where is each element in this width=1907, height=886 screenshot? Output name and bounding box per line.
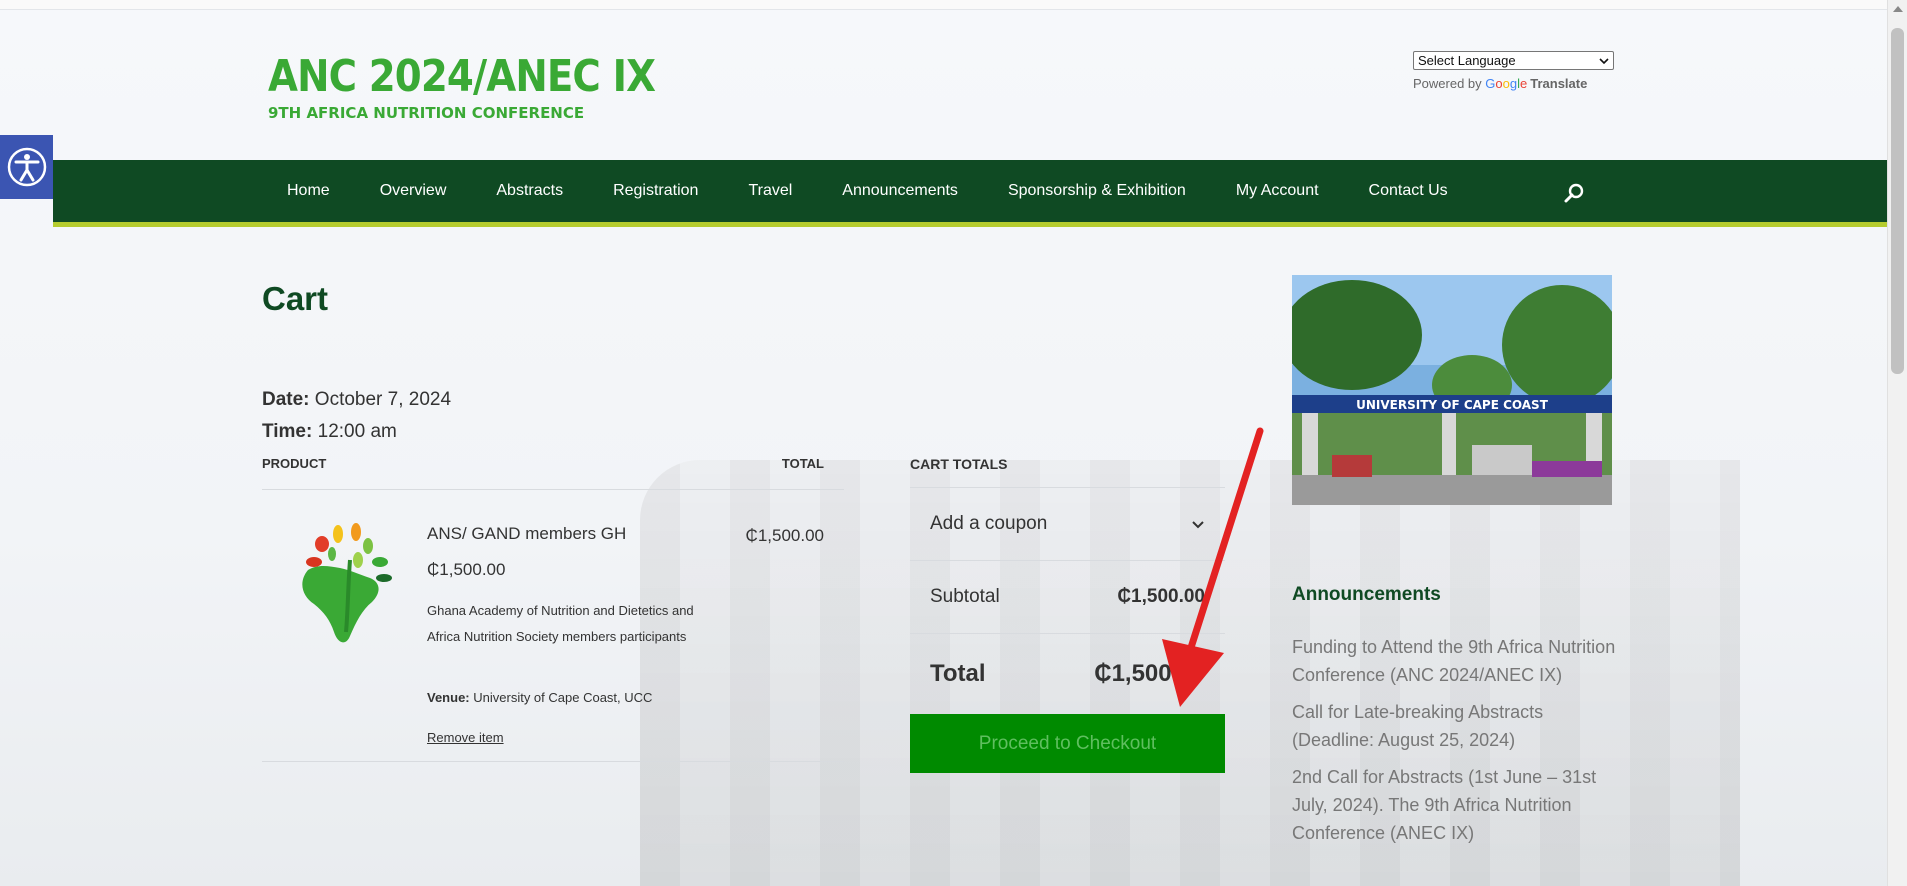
product-total: ₵1,500.00 — [745, 526, 824, 545]
nav-items: Home Overview Abstracts Registration Tra… — [287, 160, 1498, 222]
accessibility-button[interactable] — [0, 135, 53, 199]
coupon-label: Add a coupon — [930, 513, 1048, 534]
product-logo-icon[interactable] — [290, 520, 402, 648]
nav-item-home[interactable]: Home — [287, 182, 330, 200]
main-nav: Home Overview Abstracts Registration Tra… — [53, 160, 1887, 227]
google-letter: o — [1502, 76, 1510, 91]
date-label: Date: — [262, 389, 310, 410]
time-value: 12:00 am — [317, 421, 397, 442]
subtotal-label: Subtotal — [930, 586, 1000, 607]
product-venue: Venue: University of Cape Coast, UCC — [427, 690, 652, 705]
google-logo[interactable]: Google — [1485, 76, 1527, 91]
nav-item-announcements[interactable]: Announcements — [842, 182, 958, 200]
google-letter: o — [1495, 76, 1503, 91]
nav-item-sponsorship[interactable]: Sponsorship & Exhibition — [1008, 182, 1186, 200]
scroll-up-icon[interactable] — [1893, 6, 1903, 12]
total-label: Total — [930, 660, 986, 687]
logo-text: ANC 2024/ANEC IX 9TH AFRICA NUTRITION CO… — [268, 51, 708, 122]
search-icon[interactable] — [1563, 182, 1585, 204]
venue-label: Venue: — [427, 690, 470, 705]
announcements-list: Funding to Attend the 9th Africa Nutriti… — [1292, 633, 1622, 856]
table-row: ANS/ GAND members GH ₵1,500.00 Ghana Aca… — [262, 490, 844, 762]
google-letter: G — [1485, 76, 1496, 91]
time-label: Time: — [262, 421, 313, 442]
venue-value: University of Cape Coast, UCC — [473, 690, 653, 705]
cart-table-header: PRODUCT TOTAL — [262, 456, 844, 490]
announcements-title: Announcements — [1292, 584, 1441, 605]
product-name[interactable]: ANS/ GAND members GH — [427, 524, 626, 544]
nav-item-overview[interactable]: Overview — [380, 182, 447, 200]
translate-link[interactable]: Translate — [1530, 76, 1587, 91]
remove-item-link[interactable]: Remove item — [427, 730, 504, 745]
scroll-thumb[interactable] — [1891, 28, 1904, 374]
language-select-label: Select Language — [1418, 53, 1516, 68]
nav-item-my-account[interactable]: My Account — [1236, 182, 1319, 200]
event-meta: Date: October 7, 2024 Time: 12:00 am — [262, 384, 451, 448]
red-arrow-annotation-icon — [1162, 427, 1264, 707]
event-time: Time: 12:00 am — [262, 416, 451, 448]
chevron-down-icon — [1599, 57, 1609, 64]
site-logo[interactable]: ANC 2024/ANEC IX 9TH AFRICA NUTRITION CO… — [262, 28, 692, 144]
list-item[interactable]: Funding to Attend the 9th Africa Nutriti… — [1292, 633, 1622, 689]
page-title: Cart — [262, 280, 329, 317]
page: ANC 2024/ANEC IX 9TH AFRICA NUTRITION CO… — [0, 0, 1887, 886]
powered-by-label: Powered by — [1413, 76, 1482, 91]
university-gate-image[interactable]: UNIVERSITY OF CAPE COAST — [1292, 275, 1612, 505]
google-letter: e — [1520, 76, 1528, 91]
col-total: TOTAL — [781, 456, 824, 471]
logo-subtitle: 9TH AFRICA NUTRITION CONFERENCE — [268, 103, 585, 122]
logo-title: ANC 2024/ANEC IX — [268, 50, 656, 102]
date-value: October 7, 2024 — [314, 389, 452, 410]
list-item[interactable]: 2nd Call for Abstracts (1st June – 31st … — [1292, 763, 1622, 847]
cart-table: PRODUCT TOTAL ANS/ GAND members GH ₵1,50… — [262, 456, 844, 762]
language-widget: Select Language Powered by Google Transla… — [1413, 51, 1614, 91]
proceed-to-checkout-button[interactable]: Proceed to Checkout — [910, 714, 1225, 773]
gate-sign-text: UNIVERSITY OF CAPE COAST — [1356, 398, 1549, 412]
list-item[interactable]: Call for Late-breaking Abstracts (Deadli… — [1292, 698, 1622, 754]
event-date: Date: October 7, 2024 — [262, 384, 451, 416]
top-bar — [0, 0, 1887, 10]
product-price: ₵1,500.00 — [427, 560, 506, 579]
col-product: PRODUCT — [262, 456, 327, 471]
nav-item-registration[interactable]: Registration — [613, 182, 698, 200]
accessibility-icon — [7, 147, 46, 187]
product-description: Ghana Academy of Nutrition and Dietetics… — [427, 603, 694, 644]
nav-item-contact[interactable]: Contact Us — [1369, 182, 1448, 200]
nav-item-abstracts[interactable]: Abstracts — [496, 182, 563, 200]
nav-item-travel[interactable]: Travel — [748, 182, 792, 200]
powered-by: Powered by Google Translate — [1413, 76, 1614, 91]
language-select[interactable]: Select Language — [1413, 51, 1614, 70]
page-scrollbar[interactable] — [1887, 0, 1907, 886]
